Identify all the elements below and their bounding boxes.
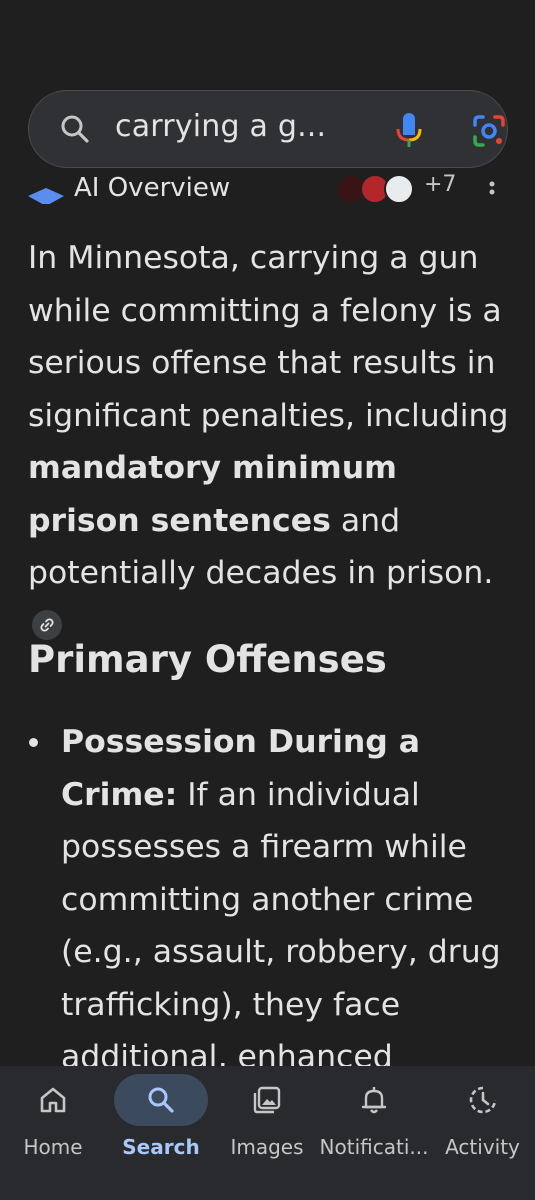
nav-item-activity[interactable]: Activity (430, 1066, 535, 1200)
home-icon (40, 1087, 66, 1113)
list-item-text: If an individual possesses a firearm whi… (61, 776, 501, 1076)
nav-label-notifications: Notificati... (319, 1135, 429, 1159)
source-avatars[interactable] (336, 174, 428, 204)
nav-label-activity: Activity (445, 1135, 520, 1159)
summary-text: In Minnesota, carrying a gun while commi… (28, 240, 509, 434)
gemini-sparkle-icon (28, 188, 64, 204)
search-bar[interactable]: carrying a g... (28, 90, 508, 168)
nav-item-home[interactable]: Home (0, 1066, 106, 1200)
ai-overview-title: AI Overview (74, 173, 231, 203)
more-options-icon[interactable] (488, 180, 496, 204)
more-sources-count[interactable]: +7 (424, 172, 456, 197)
nav-label-search: Search (122, 1135, 200, 1159)
nav-label-home: Home (23, 1135, 83, 1159)
bell-icon (361, 1087, 387, 1114)
bullet-icon (29, 738, 38, 747)
overview-summary: In Minnesota, carrying a gun while commi… (28, 232, 513, 652)
bottom-navigation: Home Search Images Notificati... Activit… (0, 1066, 535, 1200)
nav-item-images[interactable]: Images (214, 1066, 320, 1200)
microphone-icon[interactable] (393, 111, 425, 149)
nav-item-search[interactable]: Search (108, 1066, 214, 1200)
nav-item-notifications[interactable]: Notificati... (318, 1066, 430, 1200)
activity-icon (469, 1086, 496, 1114)
section-title: Primary Offenses (28, 638, 387, 681)
search-query[interactable]: carrying a g... (115, 109, 326, 144)
source-avatar[interactable] (384, 174, 414, 204)
nav-label-images: Images (230, 1135, 304, 1159)
citation-link-button[interactable] (32, 609, 62, 640)
ai-overview-header: AI Overview +7 (28, 170, 508, 204)
link-icon (40, 617, 54, 632)
search-icon (148, 1087, 174, 1113)
images-icon (253, 1086, 281, 1114)
list-item: Possession During a Crime: If an individ… (61, 716, 511, 1084)
search-icon[interactable] (59, 113, 91, 145)
google-lens-icon[interactable] (471, 113, 507, 149)
